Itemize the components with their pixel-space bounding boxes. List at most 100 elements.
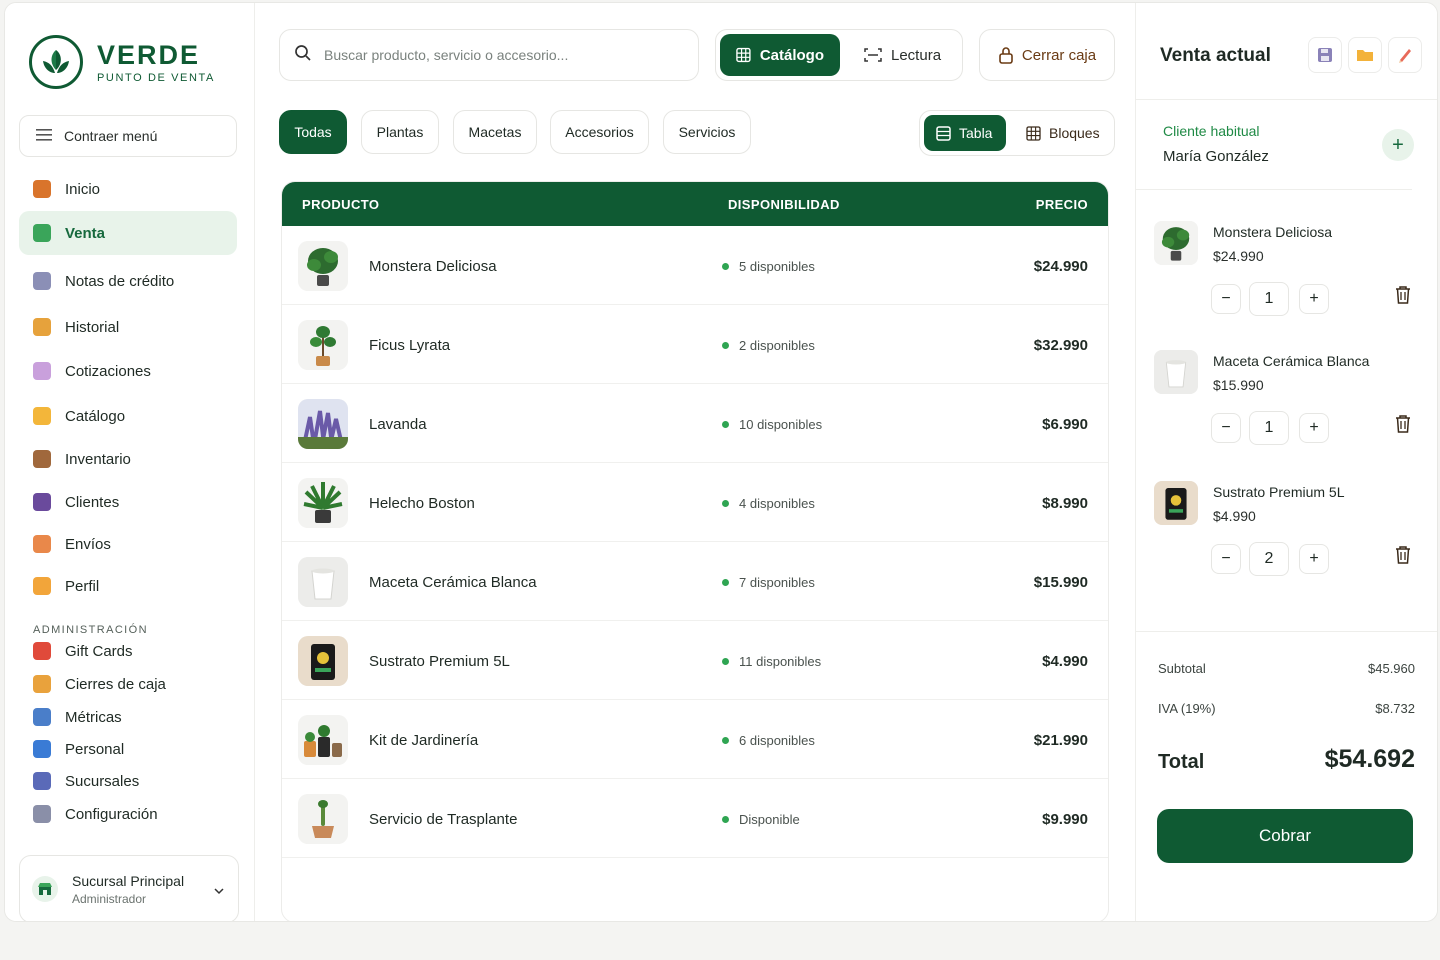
face-icon bbox=[33, 577, 51, 595]
catalog-mode-button[interactable]: Catálogo bbox=[720, 34, 840, 76]
sidebar-item-historial[interactable]: Historial bbox=[19, 305, 237, 349]
tax-value: $8.732 bbox=[1375, 701, 1415, 716]
product-thumbnail bbox=[298, 478, 348, 528]
charge-button[interactable]: Cobrar bbox=[1157, 809, 1413, 863]
grid-icon bbox=[736, 47, 751, 63]
availability-text: 11 disponibles bbox=[739, 654, 822, 669]
sidebar-item-clientes[interactable]: Clientes bbox=[19, 480, 237, 524]
quantity-value[interactable]: 1 bbox=[1249, 282, 1289, 316]
status-dot-icon bbox=[722, 263, 729, 270]
branch-role: Administrador bbox=[72, 891, 147, 906]
sidebar-item-label: Venta bbox=[65, 224, 106, 242]
store-icon bbox=[32, 876, 58, 902]
plus-icon: + bbox=[1392, 133, 1404, 156]
sidebar-item-label: Inventario bbox=[65, 450, 131, 468]
sidebar-item-venta[interactable]: Venta bbox=[19, 211, 237, 255]
catalog-mode-label: Catálogo bbox=[759, 46, 824, 64]
increase-qty-button[interactable]: + bbox=[1299, 544, 1329, 574]
open-sale-button[interactable] bbox=[1348, 37, 1382, 73]
trash-icon[interactable] bbox=[1394, 545, 1412, 570]
sidebar-item-cotizaciones[interactable]: Cotizaciones bbox=[19, 349, 237, 393]
product-price: $32.990 bbox=[1033, 337, 1088, 354]
increase-qty-button[interactable]: + bbox=[1299, 413, 1329, 443]
header-availability: DISPONIBILIDAD bbox=[728, 197, 840, 212]
decrease-qty-button[interactable]: − bbox=[1211, 284, 1241, 314]
availability-text: 6 disponibles bbox=[739, 733, 815, 748]
sidebar-item-inicio[interactable]: Inicio bbox=[19, 167, 237, 211]
box-icon bbox=[33, 450, 51, 468]
cart-item-name: Maceta Cerámica Blanca bbox=[1213, 353, 1370, 369]
reading-mode-button[interactable]: Lectura bbox=[848, 34, 958, 76]
status-dot-icon bbox=[722, 579, 729, 586]
status-dot-icon bbox=[722, 658, 729, 665]
folder-icon bbox=[1357, 50, 1373, 61]
hamburger-icon bbox=[36, 128, 52, 145]
subtotal-value: $45.960 bbox=[1368, 661, 1415, 676]
table-row[interactable]: Sustrato Premium 5L 11 disponibles $4.990 bbox=[282, 621, 1108, 700]
edit-sale-button[interactable] bbox=[1388, 37, 1422, 73]
table-row[interactable]: Monstera Deliciosa 5 disponibles $24.990 bbox=[282, 226, 1108, 305]
scan-icon bbox=[864, 48, 882, 62]
gift-icon bbox=[33, 642, 51, 660]
filter-chip-plantas[interactable]: Plantas bbox=[361, 110, 439, 154]
filter-chip-servicios[interactable]: Servicios bbox=[663, 110, 751, 154]
table-row[interactable]: Servicio de Trasplante Disponible $9.990 bbox=[282, 779, 1108, 858]
filter-chip-accesorios[interactable]: Accesorios bbox=[550, 110, 649, 154]
status-dot-icon bbox=[722, 342, 729, 349]
product-price: $24.990 bbox=[1033, 258, 1088, 275]
availability-text: 7 disponibles bbox=[739, 575, 815, 590]
search-icon bbox=[294, 44, 312, 67]
sidebar-item-label: Sucursales bbox=[65, 772, 140, 790]
table-row[interactable]: Kit de Jardinería 6 disponibles $21.990 bbox=[282, 700, 1108, 779]
sidebar-item-notas-de-credito[interactable]: Notas de crédito bbox=[19, 259, 237, 303]
decrease-qty-button[interactable]: − bbox=[1211, 544, 1241, 574]
collapse-menu-button[interactable]: Contraer menú bbox=[19, 115, 237, 157]
table-row[interactable]: Lavanda 10 disponibles $6.990 bbox=[282, 384, 1108, 463]
chart-icon bbox=[33, 708, 51, 726]
subtotal-label: Subtotal bbox=[1158, 661, 1206, 676]
sidebar-item-perfil[interactable]: Perfil bbox=[19, 564, 237, 608]
blocks-view-label: Bloques bbox=[1049, 125, 1100, 141]
availability: 4 disponibles bbox=[722, 496, 815, 511]
sidebar-item-label: Envíos bbox=[65, 535, 111, 553]
decrease-qty-button[interactable]: − bbox=[1211, 413, 1241, 443]
table-row[interactable]: Ficus Lyrata 2 disponibles $32.990 bbox=[282, 305, 1108, 384]
cart-item-thumbnail bbox=[1154, 221, 1198, 265]
product-name: Sustrato Premium 5L bbox=[369, 653, 510, 670]
increase-qty-button[interactable]: + bbox=[1299, 284, 1329, 314]
sidebar-item-catalogo[interactable]: Catálogo bbox=[19, 394, 237, 438]
sidebar-item-label: Historial bbox=[65, 318, 120, 336]
minus-icon: − bbox=[1221, 290, 1231, 307]
branch-selector[interactable]: Sucursal Principal Administrador bbox=[19, 855, 239, 921]
product-price: $15.990 bbox=[1033, 574, 1088, 591]
status-dot-icon bbox=[722, 737, 729, 744]
filter-chip-macetas[interactable]: Macetas bbox=[453, 110, 537, 154]
floppy-disk-icon bbox=[1318, 48, 1332, 62]
close-cash-button[interactable]: Cerrar caja bbox=[979, 29, 1115, 81]
sidebar-item-envios[interactable]: Envíos bbox=[19, 522, 237, 566]
table-row[interactable]: Maceta Cerámica Blanca 7 disponibles $15.9… bbox=[282, 542, 1108, 621]
search-input[interactable] bbox=[324, 47, 684, 63]
sidebar-item-label: Cotizaciones bbox=[65, 362, 151, 380]
table-row[interactable]: Helecho Boston 4 disponibles $8.990 bbox=[282, 463, 1108, 542]
product-name: Maceta Cerámica Blanca bbox=[369, 574, 537, 591]
quantity-value[interactable]: 2 bbox=[1249, 542, 1289, 576]
product-thumbnail bbox=[298, 557, 348, 607]
minus-icon: − bbox=[1221, 419, 1231, 436]
filter-chip-todas[interactable]: Todas bbox=[279, 110, 347, 154]
cart-item: Maceta Cerámica Blanca $15.990 − 1 + bbox=[1136, 350, 1437, 470]
table-view-button[interactable]: Tabla bbox=[924, 115, 1006, 151]
availability-text: 2 disponibles bbox=[739, 338, 815, 353]
sidebar-item-inventario[interactable]: Inventario bbox=[19, 437, 237, 481]
chevron-down-icon bbox=[214, 882, 224, 900]
add-customer-button[interactable]: + bbox=[1382, 129, 1414, 161]
status-dot-icon bbox=[722, 421, 729, 428]
blocks-view-button[interactable]: Bloques bbox=[1014, 115, 1112, 151]
sidebar-item-configuracion[interactable]: Configuración bbox=[19, 794, 237, 834]
trash-icon[interactable] bbox=[1394, 285, 1412, 310]
product-name: Ficus Lyrata bbox=[369, 337, 451, 354]
quantity-value[interactable]: 1 bbox=[1249, 411, 1289, 445]
plus-icon: + bbox=[1309, 419, 1319, 436]
trash-icon[interactable] bbox=[1394, 414, 1412, 439]
save-sale-button[interactable] bbox=[1308, 37, 1342, 73]
